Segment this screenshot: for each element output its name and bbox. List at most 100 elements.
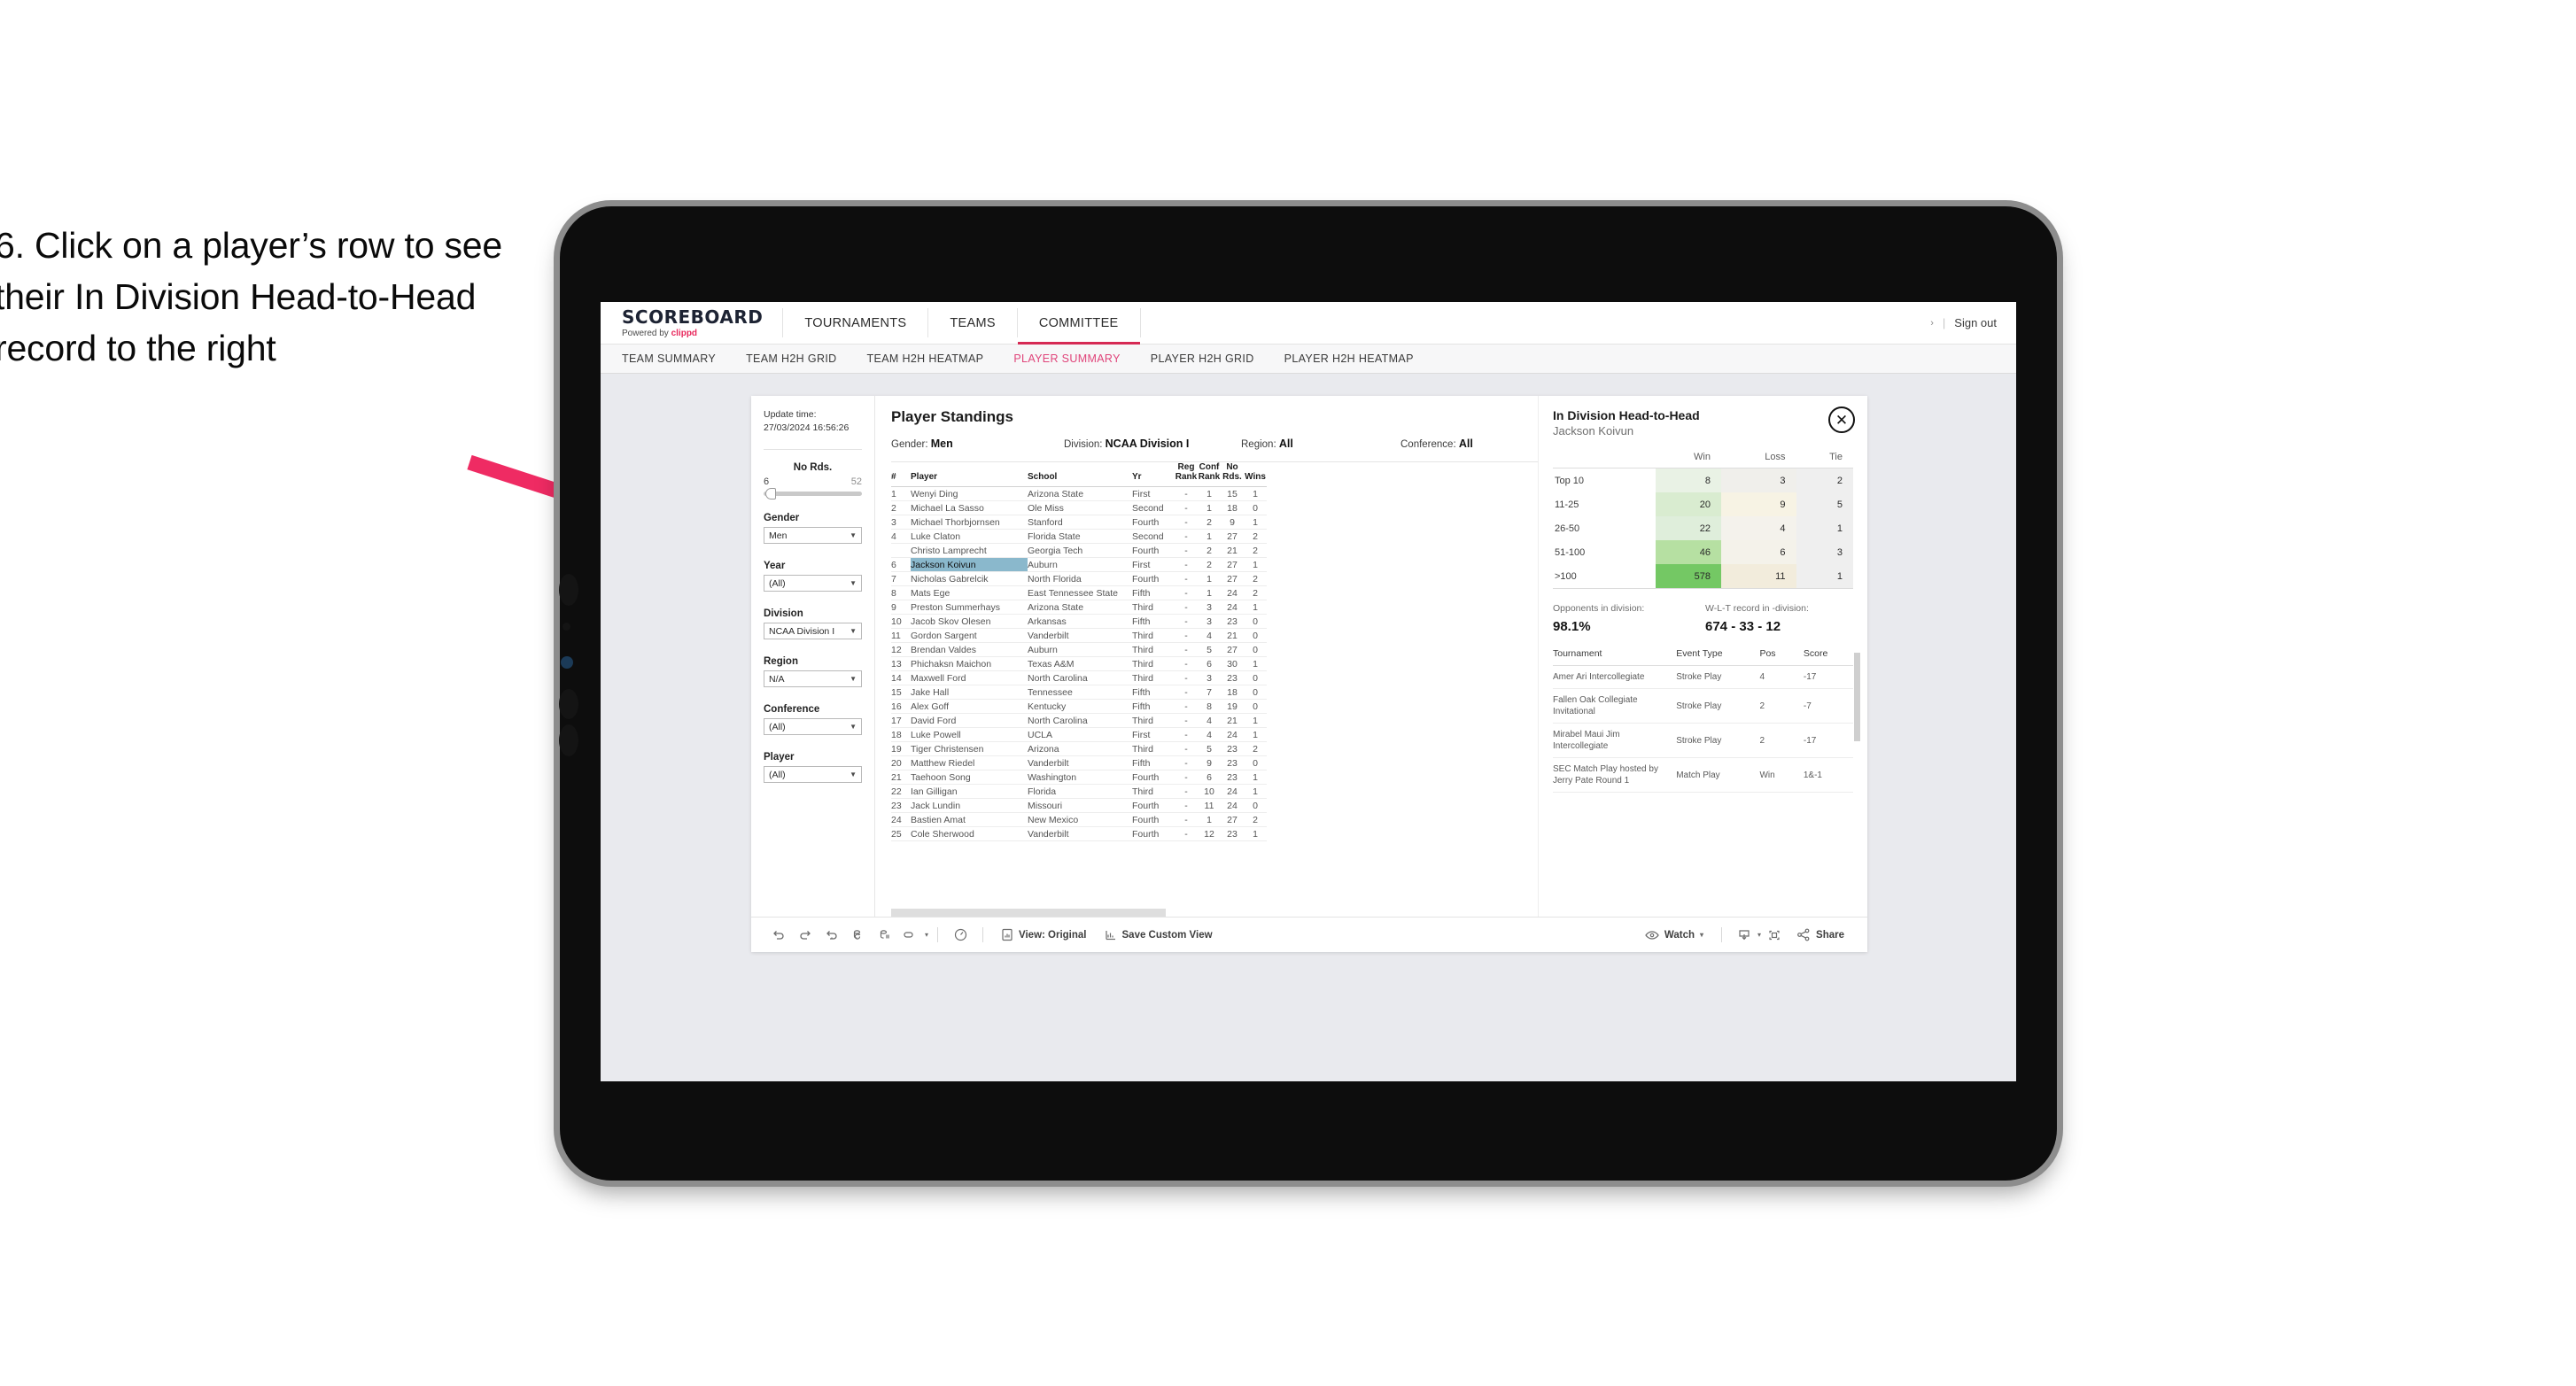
player-select[interactable]: (All) ▼ — [764, 766, 862, 784]
brand-logo[interactable]: SCOREBOARD Powered by clippd — [601, 302, 782, 344]
gender-select[interactable]: Men ▼ — [764, 527, 862, 545]
subtab-team-h2h-grid[interactable]: TEAM H2H GRID — [746, 352, 836, 365]
table-row[interactable]: 15 Jake Hall Tennessee Fifth -7 18 0 — [891, 685, 1267, 701]
table-row[interactable]: 8 Mats Ege East Tennessee State Fifth -1 24 2 — [891, 585, 1267, 601]
update-time-label: Update time: — [764, 409, 817, 420]
pause-auto-update-icon[interactable] — [947, 927, 974, 942]
col-conf-rank[interactable]: Conf Rank — [1198, 462, 1221, 488]
standings-horizontal-scrollbar[interactable] — [891, 909, 1166, 917]
tournament-row[interactable]: Fallen Oak Collegiate Invitational Stroke… — [1553, 688, 1853, 724]
pause-updates-icon[interactable] — [872, 928, 898, 942]
table-row[interactable]: 21 Taehoon Song Washington Fourth -6 23 1 — [891, 770, 1267, 786]
share-button[interactable]: Share — [1788, 928, 1853, 941]
toolbar-dropdown-caret[interactable]: ▾ — [925, 931, 928, 939]
table-row[interactable]: 1 Wenyi Ding Arizona State First -1 15 1 — [891, 486, 1267, 502]
table-row[interactable]: 20 Matthew Riedel Vanderbilt Fifth -9 23 0 — [891, 755, 1267, 771]
table-row[interactable]: Christo Lamprecht Georgia Tech Fourth -2 21 2 — [891, 543, 1267, 559]
col-yr[interactable]: Yr — [1132, 462, 1175, 488]
heatmap-cell[interactable]: 4 — [1720, 516, 1796, 540]
col-school[interactable]: School — [1028, 462, 1132, 488]
col-rank[interactable]: # — [891, 462, 911, 488]
heatmap-cell[interactable]: 1 — [1796, 516, 1853, 540]
table-row[interactable]: 23 Jack Lundin Missouri Fourth -11 24 0 — [891, 798, 1267, 814]
download-icon[interactable] — [1731, 928, 1757, 942]
table-row[interactable]: 17 David Ford North Carolina Third -4 21 1 — [891, 713, 1267, 729]
save-custom-view-button[interactable]: Save Custom View — [1096, 928, 1222, 941]
table-row[interactable]: 18 Luke Powell UCLA First -4 24 1 — [891, 727, 1267, 743]
table-row[interactable]: 9 Preston Summerhays Arizona State Third -3 2… — [891, 600, 1267, 616]
table-row[interactable]: 11 Gordon Sargent Vanderbilt Third -4 21 0 — [891, 628, 1267, 644]
tablet-power-button[interactable] — [559, 724, 578, 756]
col-no-rds[interactable]: No Rds. — [1221, 462, 1244, 488]
close-icon[interactable]: ✕ — [1828, 407, 1855, 433]
col-player[interactable]: Player — [911, 462, 1028, 488]
col-reg-rank[interactable]: Reg Rank — [1175, 462, 1198, 488]
nav-tab-committee[interactable]: COMMITTEE — [1017, 302, 1140, 345]
tournament-scrollbar[interactable] — [1854, 653, 1860, 741]
revert-icon[interactable] — [819, 928, 845, 942]
chevron-right-icon[interactable]: › — [1930, 318, 1934, 329]
heatmap-cell[interactable]: 22 — [1655, 516, 1721, 540]
heatmap-cell[interactable]: 20 — [1655, 492, 1721, 516]
table-row[interactable]: 6 Jackson Koivun Auburn First -2 27 1 — [891, 557, 1267, 573]
subtab-team-h2h-heatmap[interactable]: TEAM H2H HEATMAP — [867, 352, 984, 365]
tournament-row[interactable]: Mirabel Maui Jim Intercollegiate Stroke P… — [1553, 723, 1853, 758]
tournament-row[interactable]: Amer Ari Intercollegiate Stroke Play 4 -17 — [1553, 665, 1853, 689]
presentation-mode-icon[interactable] — [898, 928, 925, 942]
cell-conf-rank: 4 — [1198, 628, 1221, 644]
sign-out-link[interactable]: Sign out — [1954, 316, 1997, 329]
table-row[interactable]: 19 Tiger Christensen Arizona Third -5 23 2 — [891, 741, 1267, 757]
table-row[interactable]: 14 Maxwell Ford North Carolina Third -3 23 0 — [891, 670, 1267, 686]
table-row[interactable]: 3 Michael Thorbjornsen Stanford Fourth -2 9 1 — [891, 515, 1267, 530]
heatmap-cell[interactable]: 1 — [1796, 564, 1853, 589]
table-row[interactable]: 25 Cole Sherwood Vanderbilt Fourth -12 23 1 — [891, 826, 1267, 842]
col-wins[interactable]: Wins — [1244, 462, 1267, 488]
subtab-player-summary[interactable]: PLAYER SUMMARY — [1013, 352, 1120, 365]
heatmap-cell[interactable]: 3 — [1796, 540, 1853, 564]
heatmap-cell[interactable]: 46 — [1655, 540, 1721, 564]
heatmap-cell[interactable]: 578 — [1655, 564, 1721, 589]
table-row[interactable]: 22 Ian Gilligan Florida Third -10 24 1 — [891, 784, 1267, 800]
heatmap-cell[interactable]: 9 — [1720, 492, 1796, 516]
nav-tab-tournaments[interactable]: TOURNAMENTS — [783, 302, 927, 344]
heatmap-cell[interactable]: 2 — [1796, 468, 1853, 492]
heatmap-cell[interactable]: 11 — [1720, 564, 1796, 589]
heatmap-cell[interactable]: 3 — [1720, 468, 1796, 492]
subtab-team-summary[interactable]: TEAM SUMMARY — [622, 352, 716, 365]
heatmap-cell[interactable]: 8 — [1655, 468, 1721, 492]
table-row[interactable]: 13 Phichaksn Maichon Texas A&M Third -6 30 1 — [891, 656, 1267, 672]
redo-icon[interactable] — [792, 928, 819, 942]
watch-button[interactable]: Watch ▾ — [1636, 929, 1712, 941]
table-row[interactable]: 16 Alex Goff Kentucky Fifth -8 19 0 — [891, 699, 1267, 715]
brand-title: SCOREBOARD — [622, 306, 764, 328]
tablet-volume-down-button[interactable] — [559, 689, 578, 719]
table-row[interactable]: 4 Luke Claton Florida State Second -1 27 2 — [891, 529, 1267, 545]
view-original-button[interactable]: View: Original — [992, 928, 1095, 941]
table-row[interactable]: 24 Bastien Amat New Mexico Fourth -1 27 2 — [891, 812, 1267, 828]
no-rounds-slider-handle[interactable] — [765, 488, 776, 500]
tournament-row[interactable]: SEC Match Play hosted by Jerry Pate Roun… — [1553, 757, 1853, 793]
opponents-label: Opponents in division: — [1553, 603, 1645, 614]
table-row[interactable]: 7 Nicholas Gabrelcik North Florida Fourth -1… — [891, 571, 1267, 587]
table-row[interactable]: 10 Jacob Skov Olesen Arkansas Fifth -3 23 0 — [891, 614, 1267, 630]
nav-tab-teams[interactable]: TEAMS — [928, 302, 1016, 344]
cell-no-rds: 24 — [1221, 784, 1244, 800]
region-select[interactable]: N/A ▼ — [764, 670, 862, 688]
refresh-data-icon[interactable] — [845, 928, 872, 942]
table-row[interactable]: 2 Michael La Sasso Ole Miss Second -1 18 0 — [891, 500, 1267, 516]
conference-select[interactable]: (All) ▼ — [764, 718, 862, 736]
tablet-volume-up-button[interactable] — [559, 574, 578, 606]
heatmap-cell[interactable]: 5 — [1796, 492, 1853, 516]
subtab-player-h2h-grid[interactable]: PLAYER H2H GRID — [1151, 352, 1254, 365]
undo-icon[interactable] — [765, 928, 792, 942]
table-row[interactable]: 12 Brendan Valdes Auburn Third -5 27 0 — [891, 642, 1267, 658]
division-select[interactable]: NCAA Division I ▼ — [764, 623, 862, 640]
cell-reg-rank: - — [1175, 585, 1198, 601]
year-select[interactable]: (All) ▼ — [764, 575, 862, 592]
fullscreen-icon[interactable] — [1761, 928, 1788, 942]
subtab-player-h2h-heatmap[interactable]: PLAYER H2H HEATMAP — [1284, 352, 1414, 365]
save-custom-view-label: Save Custom View — [1121, 929, 1213, 941]
cell-player: Bastien Amat — [911, 812, 1028, 828]
no-rounds-slider[interactable] — [764, 488, 862, 500]
heatmap-cell[interactable]: 6 — [1720, 540, 1796, 564]
